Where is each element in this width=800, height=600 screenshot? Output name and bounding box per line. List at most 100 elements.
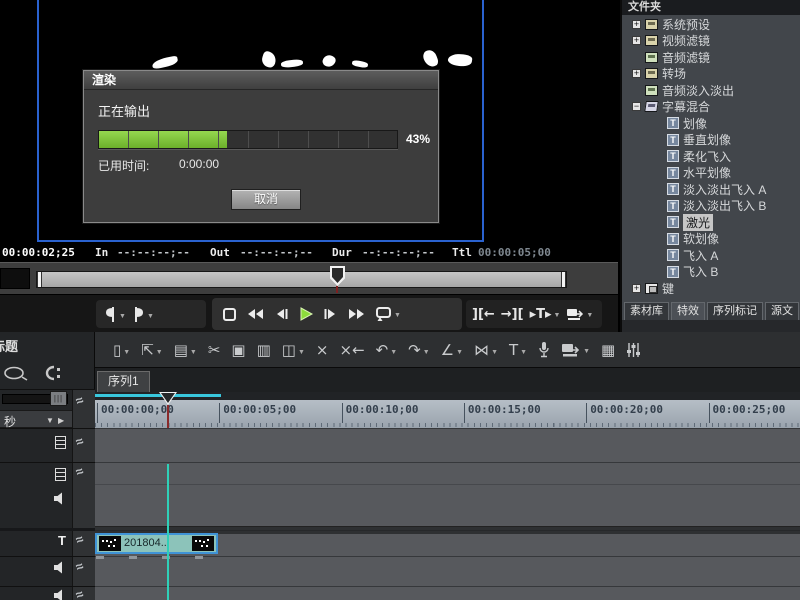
- title-clip[interactable]: 201804...: [95, 533, 218, 554]
- timeline-ruler[interactable]: 00:00:00;00 00:00:05;00 00:00:10;00 00:00:1…: [95, 400, 800, 428]
- razor-button[interactable]: ∠ ▼: [441, 341, 463, 359]
- chevron-down-icon[interactable]: ▼: [147, 313, 154, 323]
- time-unit-selector[interactable]: 秒 ▼ ▶: [0, 410, 72, 429]
- redo-button[interactable]: ↷ ▼: [408, 341, 430, 359]
- play-around-button[interactable]: ▸T▸ ▼: [530, 307, 561, 322]
- chevron-down-icon[interactable]: ▼: [46, 416, 54, 425]
- fx-tree-item[interactable]: + 键: [622, 280, 800, 297]
- paste-button[interactable]: ▥: [257, 341, 271, 359]
- fx-tree-item[interactable]: − 字幕混合: [622, 99, 800, 116]
- fx-tree-item[interactable]: T 激光: [622, 213, 800, 231]
- va-track-lane[interactable]: [95, 462, 800, 530]
- chevron-down-icon[interactable]: ▼: [190, 349, 197, 359]
- goto-out-button[interactable]: →][: [501, 307, 524, 322]
- goto-in-button[interactable]: ][←: [472, 307, 495, 322]
- chevron-down-icon[interactable]: ▼: [390, 349, 397, 359]
- chevron-down-icon[interactable]: ▼: [423, 349, 430, 359]
- chevron-down-icon[interactable]: ▼: [394, 312, 401, 322]
- new-sequence-button[interactable]: ▯ ▼: [113, 341, 130, 359]
- open-project-button[interactable]: ⇱ ▼: [141, 341, 163, 359]
- frame-back-button[interactable]: [274, 307, 289, 321]
- fx-tree-item[interactable]: T 垂直划像: [622, 132, 800, 149]
- fx-item-label: 转场: [662, 67, 687, 82]
- seek-bar[interactable]: [36, 271, 567, 288]
- add-to-bin-button[interactable]: ◫ ▼: [282, 341, 305, 359]
- chevron-down-icon[interactable]: ▼: [553, 312, 560, 322]
- audio-track-2-lane[interactable]: [95, 586, 800, 600]
- tree-expander-plus-icon[interactable]: +: [632, 19, 641, 29]
- mark-out-flag-button[interactable]: ▼: [132, 306, 154, 323]
- panel-tab-素材库[interactable]: 素材库: [624, 302, 669, 320]
- chevron-right-icon[interactable]: ▶: [58, 416, 64, 425]
- fx-tree-item[interactable]: T 淡入淡出飞入 A: [622, 181, 800, 198]
- loop-play-button[interactable]: ▼: [375, 306, 401, 322]
- fx-tree-item[interactable]: T 飞入 B: [622, 264, 800, 281]
- title-fx-icon: T: [667, 150, 679, 163]
- video-track-lane[interactable]: [95, 428, 800, 462]
- frame-forward-button[interactable]: [323, 307, 338, 321]
- chevron-down-icon[interactable]: ▼: [586, 312, 593, 322]
- ripple-delete-button[interactable]: ×: [316, 341, 329, 359]
- fast-forward-button[interactable]: [347, 307, 366, 321]
- panel-tab-序列标记[interactable]: 序列标记: [707, 302, 763, 320]
- effects-panel: 文件夹 + 系统预设 + 视频滤镜 音频滤镜 + 转场 音频淡入淡出 − 字幕混合 T 划像 T 垂直划像…: [620, 0, 800, 332]
- title-track-icon[interactable]: T: [58, 533, 66, 548]
- video-track-icon[interactable]: [55, 436, 66, 449]
- key-folder-icon: [645, 282, 658, 294]
- loop-selection-icon[interactable]: [2, 364, 28, 387]
- snap-magnet-icon[interactable]: [38, 364, 64, 387]
- fx-tree-item[interactable]: T 淡入淡出飞入 B: [622, 198, 800, 215]
- panel-tab-特效[interactable]: 特效: [671, 302, 705, 320]
- export-device-icon: [561, 342, 581, 358]
- add-clip-button[interactable]: ⋈ ▼: [474, 341, 498, 359]
- chevron-down-icon[interactable]: ▼: [123, 349, 130, 359]
- rewind-button[interactable]: [246, 307, 265, 321]
- tree-expander-plus-icon[interactable]: +: [632, 36, 641, 46]
- fx-tree-item[interactable]: T 飞入 A: [622, 247, 800, 264]
- tree-expander-minus-icon[interactable]: −: [632, 102, 641, 112]
- audio-track-1-lane[interactable]: [95, 556, 800, 586]
- tree-expander-plus-icon[interactable]: +: [632, 283, 641, 293]
- sequence-tab[interactable]: 序列1: [97, 371, 150, 392]
- export-frame-button[interactable]: ▼: [566, 307, 593, 322]
- chevron-down-icon[interactable]: ▼: [119, 313, 126, 323]
- fx-tree-item[interactable]: 音频滤镜: [622, 49, 800, 66]
- fx-tree-item[interactable]: T 柔化飞入: [622, 148, 800, 165]
- mark-in-flag-button[interactable]: ▼: [104, 306, 126, 323]
- panel-tab-源文[interactable]: 源文: [765, 302, 799, 320]
- delete-gap-button[interactable]: ×←: [340, 341, 365, 359]
- stop-button[interactable]: [222, 307, 237, 322]
- chevron-down-icon[interactable]: ▼: [491, 349, 498, 359]
- playhead-line[interactable]: [167, 464, 169, 600]
- title-fx-icon: T: [667, 166, 679, 179]
- fx-tree-item[interactable]: 音频淡入淡出: [622, 82, 800, 99]
- chevron-down-icon[interactable]: ▼: [520, 349, 527, 359]
- fx-tree-item[interactable]: + 系统预设: [622, 16, 800, 33]
- save-project-button[interactable]: ▤ ▼: [174, 341, 197, 359]
- chevron-down-icon[interactable]: ▼: [583, 348, 590, 358]
- va-track-audio-icon[interactable]: [53, 492, 68, 510]
- chevron-down-icon[interactable]: ▼: [156, 349, 163, 359]
- cancel-button[interactable]: 取消: [231, 189, 301, 210]
- copy-button[interactable]: ▣: [231, 341, 245, 359]
- keyboard-map-button[interactable]: ▦: [601, 341, 615, 359]
- timeline-zoom-handle[interactable]: |||: [50, 391, 67, 406]
- fx-tree-item[interactable]: + 转场: [622, 66, 800, 83]
- chevron-down-icon[interactable]: ▼: [456, 349, 463, 359]
- fx-tree-item[interactable]: + 视频滤镜: [622, 33, 800, 50]
- tree-expander-plus-icon[interactable]: +: [632, 69, 641, 79]
- fx-tree-item[interactable]: T 水平划像: [622, 165, 800, 182]
- audio-track-1-icon[interactable]: [53, 561, 68, 579]
- add-title-button[interactable]: T ▼: [509, 341, 527, 359]
- fx-tree-item[interactable]: T 软划像: [622, 231, 800, 248]
- undo-button[interactable]: ↶ ▼: [376, 341, 398, 359]
- audio-mixer-button[interactable]: [626, 342, 641, 358]
- play-button[interactable]: [298, 306, 314, 322]
- chevron-down-icon[interactable]: ▼: [298, 349, 305, 359]
- export-to-tape-button[interactable]: ▼: [561, 342, 590, 358]
- voiceover-button[interactable]: [538, 341, 550, 358]
- fx-tree-item[interactable]: T 划像: [622, 115, 800, 132]
- va-track-video-icon[interactable]: [55, 468, 66, 481]
- cut-button[interactable]: ✂: [208, 341, 221, 359]
- audio-track-2-icon[interactable]: [53, 589, 68, 600]
